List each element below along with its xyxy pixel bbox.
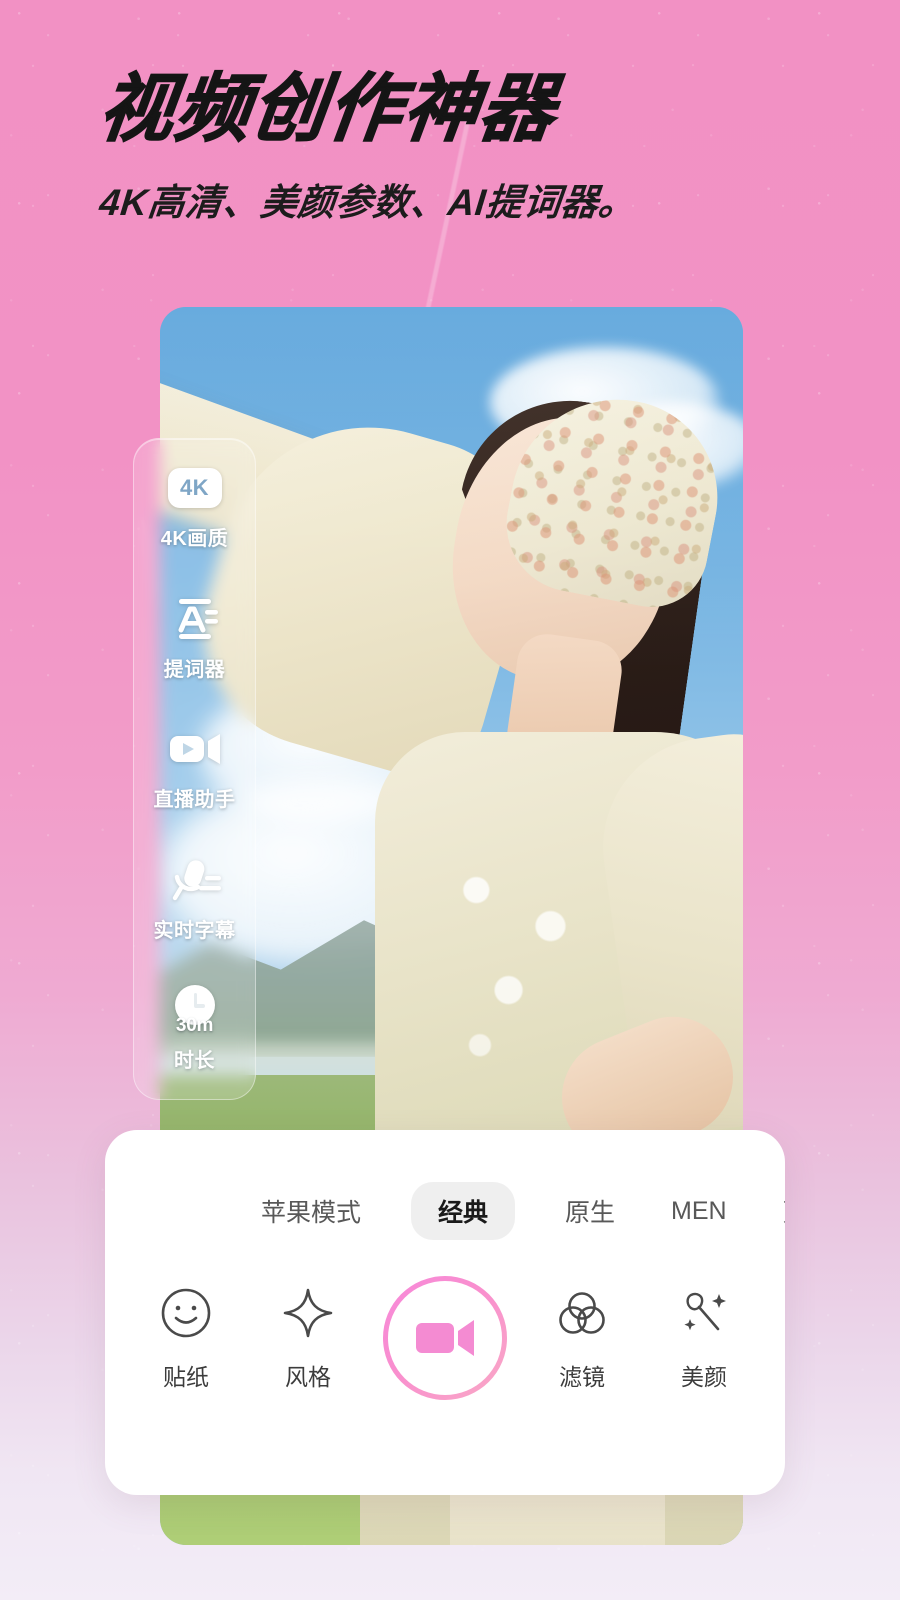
page-subtitle: 4K高清、美颜参数、AI提词器。 — [97, 182, 639, 223]
4k-badge-icon: 4K — [167, 463, 222, 513]
action-label: 滤镜 — [559, 1364, 605, 1390]
action-beauty[interactable]: 美颜 — [643, 1284, 765, 1392]
sidebar-item-label: 直播助手 — [153, 789, 236, 811]
clock-duration-icon: 30m — [169, 985, 221, 1036]
action-style[interactable]: 风格 — [247, 1284, 369, 1392]
promo-text-block: 视频创作神器 4K高清、美颜参数、AI提词器。 — [94, 66, 820, 226]
sticker-smiley-icon — [159, 1284, 213, 1342]
sidebar-item-duration[interactable]: 30m 时长 — [134, 985, 255, 1073]
sidebar-item-label: 4K画质 — [160, 528, 229, 550]
camera-control-panel: 苹果模式 经典 原生 MEN 更多 贴纸 风格 — [105, 1130, 785, 1495]
beauty-wand-icon — [677, 1284, 731, 1342]
action-label: 贴纸 — [163, 1364, 209, 1390]
sidebar-item-label: 时长 — [174, 1050, 215, 1072]
teleprompter-icon — [169, 594, 221, 644]
tab-apple-mode[interactable]: 苹果模式 — [255, 1184, 367, 1238]
action-filter[interactable]: 滤镜 — [521, 1284, 643, 1392]
tab-more[interactable]: 更多 — [777, 1184, 785, 1238]
mode-tab-bar: 苹果模式 经典 原生 MEN 更多 — [105, 1130, 785, 1240]
action-sticker[interactable]: 贴纸 — [125, 1284, 247, 1392]
sidebar-item-label: 提词器 — [163, 658, 226, 681]
filter-circles-icon — [555, 1284, 609, 1342]
microphone-subtitle-icon — [167, 855, 223, 905]
action-label: 美颜 — [681, 1364, 727, 1390]
page-title: 视频创作神器 — [94, 66, 562, 151]
sidebar-item-live-assistant[interactable]: 直播助手 — [134, 724, 255, 812]
sidebar-item-4k[interactable]: 4K 4K画质 — [134, 463, 255, 551]
record-button[interactable] — [383, 1276, 507, 1400]
4k-badge-text: 4K — [167, 468, 222, 508]
action-label: 风格 — [285, 1364, 331, 1390]
clock-hand-hour — [193, 1004, 205, 1008]
sidebar-item-label: 实时字幕 — [153, 919, 236, 942]
duration-badge-text: 30m — [175, 1015, 214, 1036]
record-video-icon — [416, 1320, 474, 1356]
tab-native[interactable]: 原生 — [559, 1184, 621, 1238]
video-camera-icon — [168, 724, 222, 774]
tab-men[interactable]: MEN — [665, 1188, 733, 1235]
sidebar-item-teleprompter[interactable]: 提词器 — [134, 594, 255, 682]
action-bar: 贴纸 风格 滤镜 美颜 — [105, 1240, 785, 1400]
style-sparkle-icon — [281, 1284, 335, 1342]
tab-classic[interactable]: 经典 — [411, 1182, 516, 1240]
feature-sidebar: 4K 4K画质 提词器 直播助手 实时字幕 30m 时长 — [133, 438, 256, 1100]
sidebar-item-live-subtitle[interactable]: 实时字幕 — [134, 855, 255, 943]
